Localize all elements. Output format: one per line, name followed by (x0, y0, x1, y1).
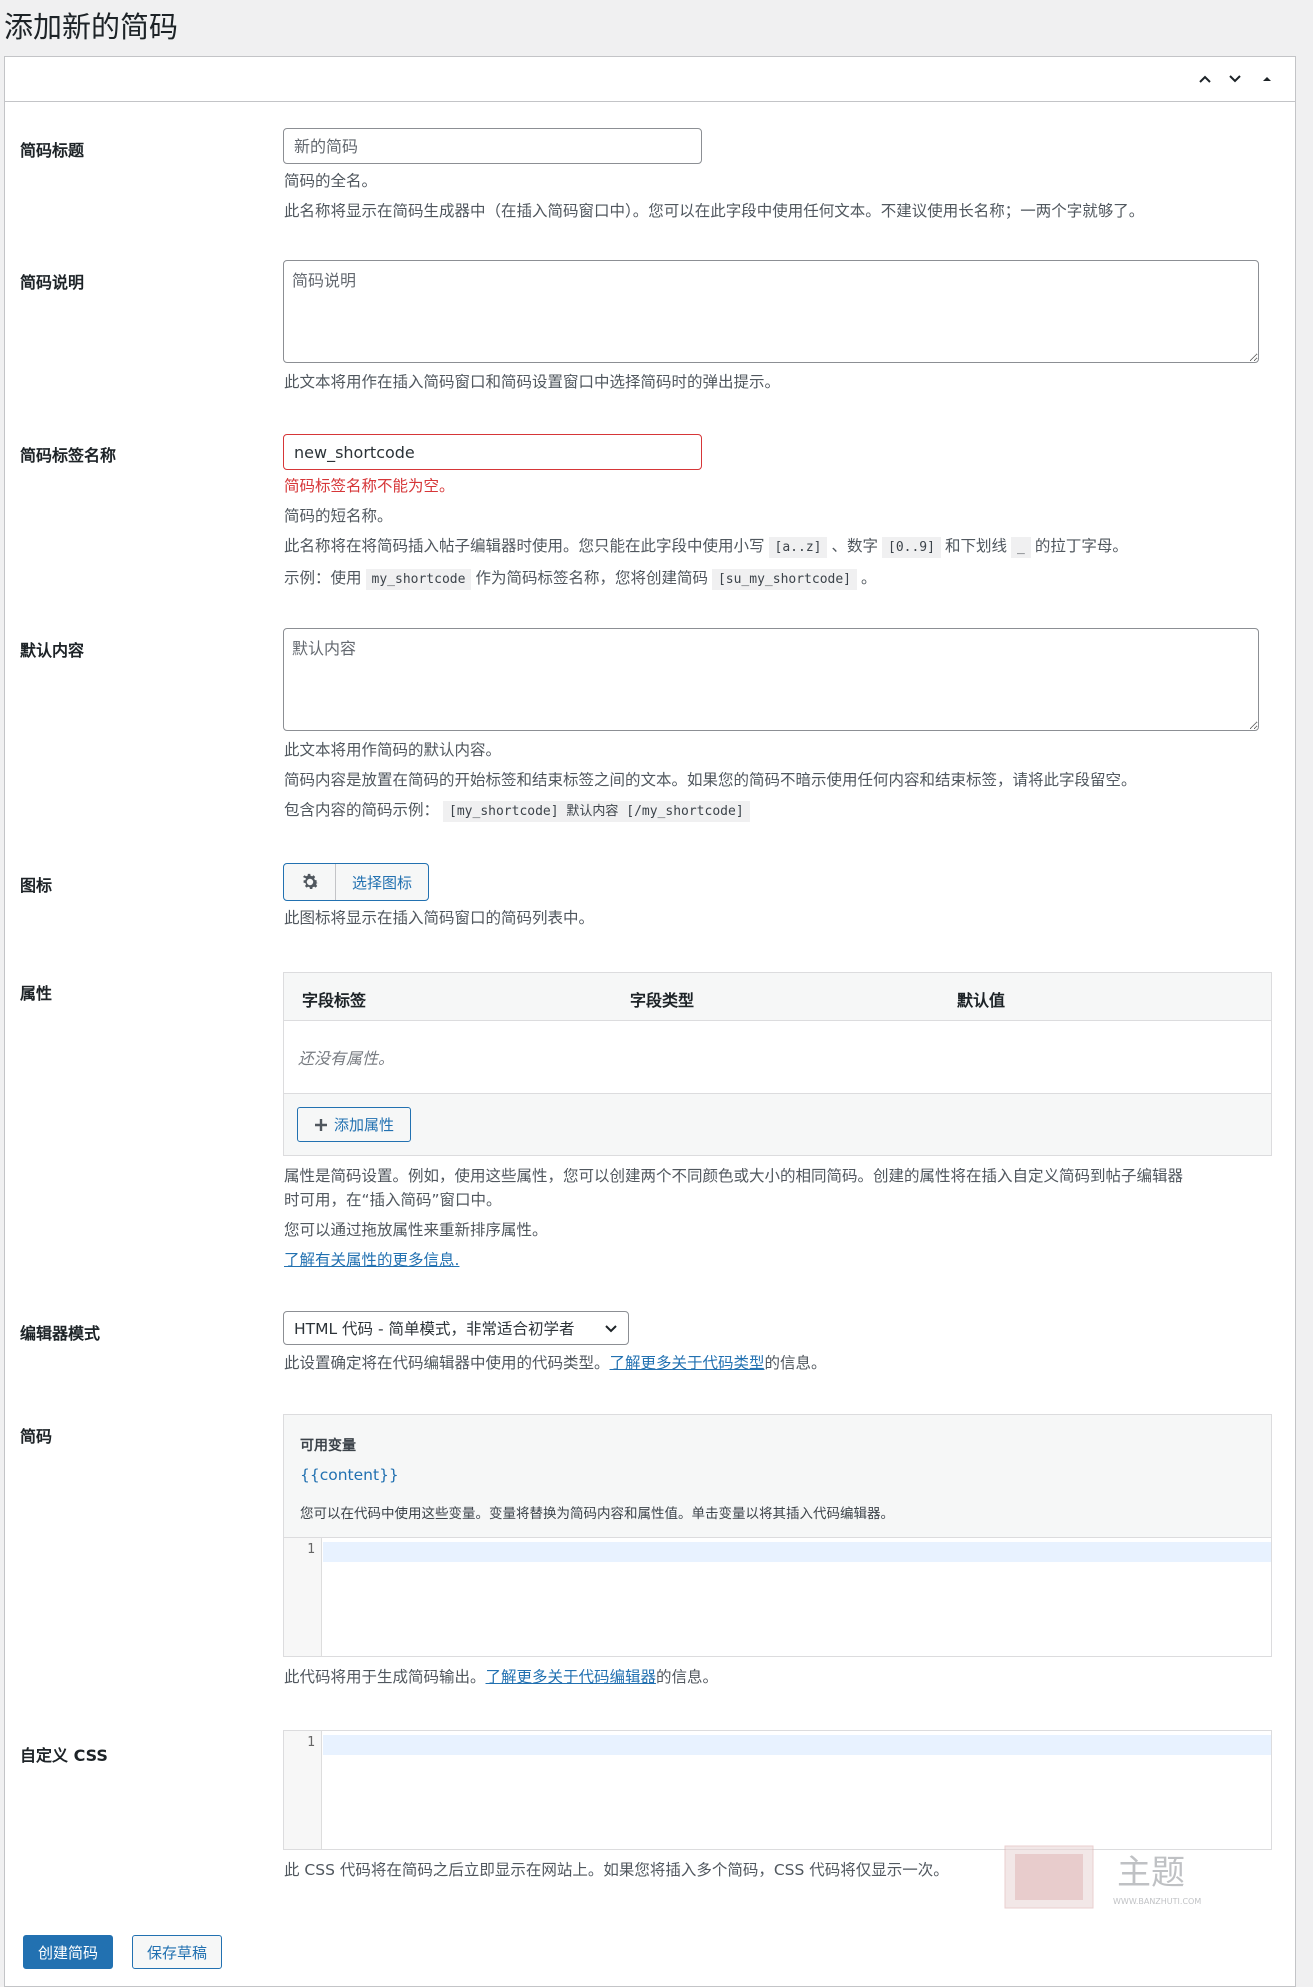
attributes-table: 字段标签 字段类型 默认值 还没有属性。 添加属性 (283, 972, 1272, 1156)
default-content-desc-1: 此文本将用作简码的默认内容。 (284, 741, 502, 759)
variables-note: 您可以在代码中使用这些变量。变量将替换为简码内容和属性值。单击变量以将其插入代码… (300, 1506, 894, 1522)
tag-input[interactable] (283, 434, 702, 470)
chevron-up-icon (1199, 75, 1211, 83)
description-desc: 此文本将用作在插入简码窗口和简码设置窗口中选择简码时的弹出提示。 (284, 373, 781, 391)
editor-mode-desc: 此设置确定将在代码编辑器中使用的代码类型。了解更多关于代码类型的信息。 (284, 1348, 827, 1378)
code-az: [a..z] (768, 537, 828, 558)
attributes-empty-row: 还没有属性。 (284, 1021, 1271, 1094)
title-input[interactable] (283, 128, 702, 164)
move-down-button[interactable] (1221, 65, 1249, 93)
css-label: 自定义 CSS (20, 1746, 108, 1765)
line-number: 1 (307, 1735, 315, 1750)
default-content-textarea[interactable] (283, 628, 1259, 731)
css-editor-gutter: 1 (284, 1731, 322, 1849)
create-shortcode-button[interactable]: 创建简码 (23, 1935, 113, 1969)
toggle-panel-button[interactable] (1253, 65, 1281, 93)
plus-icon (314, 1118, 327, 1131)
attributes-empty-text: 还没有属性。 (298, 1049, 395, 1068)
code-content-example: [my_shortcode] 默认内容 [/my_shortcode] (443, 801, 750, 822)
code-desc: 此代码将用于生成简码输出。了解更多关于代码编辑器的信息。 (284, 1662, 718, 1692)
css-desc: 此 CSS 代码将在简码之后立即显示在网站上。如果您将插入多个简码，CSS 代码… (284, 1861, 949, 1879)
attributes-desc-1b: 时可用，在“插入简码”窗口中。 (284, 1191, 502, 1209)
watermark-sub: WWW.BANZHUTI.COM (1113, 1897, 1201, 1906)
code-tag-example: my_shortcode (365, 569, 472, 590)
code-desc-b: 的信息。 (656, 1668, 719, 1686)
select-icon-label: 选择图标 (351, 873, 412, 892)
default-content-desc-3-a: 包含内容的简码示例： (284, 801, 440, 819)
editor-mode-desc-a: 此设置确定将在代码编辑器中使用的代码类型。 (284, 1354, 610, 1372)
icon-desc: 此图标将显示在插入简码窗口的简码列表中。 (284, 909, 595, 927)
chevron-down-icon (1229, 75, 1241, 83)
tag-desc-2-b: 、数字 (831, 537, 878, 555)
available-variables-panel: 可用变量 {{content}} 您可以在代码中使用这些变量。变量将替换为简码内… (283, 1414, 1272, 1540)
editor-mode-desc-b: 的信息。 (764, 1354, 827, 1372)
tag-desc-3-c: 。 (861, 569, 877, 587)
tag-desc-2: 此名称将在将简码插入帖子编辑器时使用。您只能在此字段中使用小写 [a..z] 、数字… (284, 531, 1128, 563)
chevron-down-icon (605, 1325, 617, 1333)
col-default-value: 默认值 (957, 991, 1006, 1010)
attributes-desc-2: 您可以通过拖放属性来重新排序属性。 (284, 1221, 548, 1239)
default-content-desc-2: 简码内容是放置在简码的开始标签和结束标签之间的文本。如果您的简码不暗示使用任何内… (284, 771, 1137, 789)
save-draft-button[interactable]: 保存草稿 (132, 1935, 222, 1969)
gear-icon (284, 864, 336, 900)
default-content-label: 默认内容 (20, 641, 85, 660)
line-number: 1 (307, 1542, 315, 1557)
content-variable[interactable]: {{content}} (300, 1466, 399, 1484)
code-full-example: [su_my_shortcode] (711, 569, 858, 590)
tag-desc-2-c: 和下划线 (944, 537, 1007, 555)
shortcode-settings-panel: 简码标题 简码的全名。 此名称将显示在简码生成器中（在插入简码窗口中）。您可以在… (4, 56, 1296, 1987)
title-desc-1: 简码的全名。 (284, 172, 378, 190)
site-watermark-logo: 主题 WWW.BANZHUTI.COM (1004, 1845, 1201, 1909)
tag-desc-2-d: 的拉丁字母。 (1034, 537, 1128, 555)
tag-desc-3-b: 作为简码标签名称，您将创建简码 (475, 569, 708, 587)
description-textarea[interactable] (283, 260, 1259, 363)
editor-mode-selected: HTML 代码 - 简单模式，非常适合初学者 (294, 1320, 575, 1338)
editor-mode-label: 编辑器模式 (20, 1324, 101, 1343)
title-desc-2: 此名称将显示在简码生成器中（在插入简码窗口中）。您可以在此字段中使用任何文本。不… (284, 202, 1145, 220)
code-editor[interactable]: 1 (283, 1537, 1272, 1657)
code-editor-gutter: 1 (284, 1538, 322, 1656)
tag-desc-3: 示例：使用 my_shortcode 作为简码标签名称，您将创建简码 [su_my_s… (284, 563, 877, 595)
code-type-link[interactable]: 了解更多关于代码类型 (610, 1354, 765, 1372)
tag-desc-3-a: 示例：使用 (284, 569, 362, 587)
triangle-up-icon (1263, 77, 1271, 81)
add-attribute-label: 添加属性 (333, 1116, 394, 1134)
css-editor[interactable]: 1 (283, 1730, 1272, 1850)
variables-title: 可用变量 (300, 1438, 356, 1454)
description-label: 简码说明 (20, 273, 85, 292)
move-up-button[interactable] (1191, 65, 1219, 93)
code-editor-link[interactable]: 了解更多关于代码编辑器 (486, 1668, 657, 1686)
tag-desc-2-a: 此名称将在将简码插入帖子编辑器时使用。您只能在此字段中使用小写 (284, 537, 765, 555)
active-line[interactable] (323, 1735, 1271, 1755)
icon-label: 图标 (20, 876, 53, 895)
tag-desc-1: 简码的短名称。 (284, 507, 393, 525)
code-desc-a: 此代码将用于生成简码输出。 (284, 1668, 486, 1686)
attributes-link-line: 了解有关属性的更多信息. (284, 1245, 459, 1275)
watermark-text: 主题 (1117, 1853, 1185, 1893)
add-attribute-button[interactable]: 添加属性 (297, 1107, 411, 1142)
attributes-table-header: 字段标签 字段类型 默认值 (284, 973, 1271, 1021)
col-field-type: 字段类型 (630, 991, 695, 1010)
code-09: [0..9] (882, 537, 941, 558)
attributes-learn-more-link[interactable]: 了解有关属性的更多信息. (284, 1251, 459, 1269)
tag-error: 简码标签名称不能为空。 (284, 477, 455, 495)
active-line[interactable] (323, 1542, 1271, 1562)
panel-header (5, 57, 1295, 102)
editor-mode-select[interactable]: HTML 代码 - 简单模式，非常适合初学者 (283, 1311, 629, 1345)
code-label: 简码 (20, 1427, 53, 1446)
title-label: 简码标题 (20, 141, 85, 160)
col-field-label: 字段标签 (302, 991, 367, 1010)
default-content-desc-3: 包含内容的简码示例： [my_shortcode] 默认内容 [/my_short… (284, 795, 754, 827)
attributes-label: 属性 (20, 984, 53, 1003)
tag-label: 简码标签名称 (20, 446, 117, 465)
page-title: 添加新的简码 (4, 10, 179, 44)
select-icon-button[interactable]: 选择图标 (283, 863, 429, 901)
code-underscore: _ (1010, 537, 1031, 558)
